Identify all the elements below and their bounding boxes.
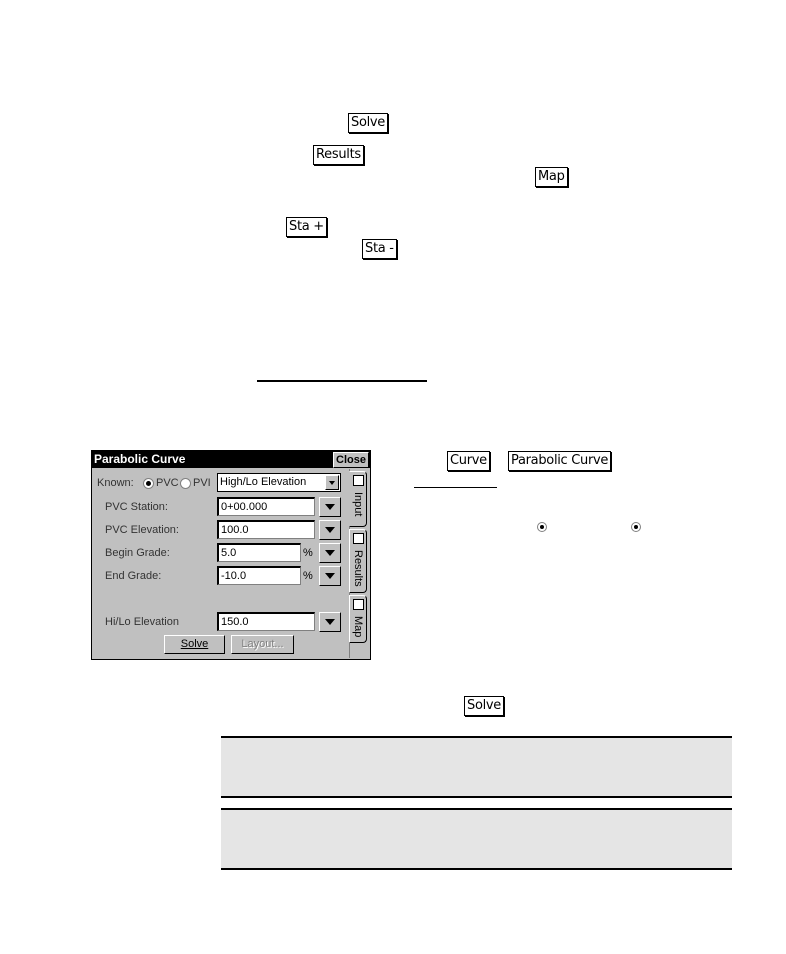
field-label: End Grade: xyxy=(105,570,162,582)
mode-dropdown[interactable]: High/Lo Elevation xyxy=(217,473,341,492)
close-button[interactable]: Close xyxy=(333,452,369,468)
tab-input[interactable]: Input xyxy=(349,471,367,527)
radio-pvi-label: PVI xyxy=(193,477,211,489)
tab-map-label: Map xyxy=(352,616,364,638)
dialog-body: Known: PVC PVI High/Lo Elevation PVC Sta… xyxy=(93,469,350,658)
pvc-elevation-dropdown-button[interactable] xyxy=(319,520,341,540)
field-label: PVC Elevation: xyxy=(105,524,179,536)
results-icon xyxy=(353,533,364,544)
results-key: Results xyxy=(313,145,364,165)
radio-selected-icon xyxy=(537,522,547,532)
parabolic-curve-key: Parabolic Curve xyxy=(508,451,612,471)
input-icon xyxy=(353,475,364,486)
layout-button[interactable]: Layout... xyxy=(231,635,294,654)
field-label: Begin Grade: xyxy=(105,547,170,559)
field-label: PVC Station: xyxy=(105,501,168,513)
known-label: Known: xyxy=(97,477,134,489)
chevron-down-icon xyxy=(325,475,339,490)
solve-key: Solve xyxy=(348,113,389,133)
end-grade-dropdown-button[interactable] xyxy=(319,566,341,586)
radio-pvc[interactable] xyxy=(143,478,154,489)
tab-results[interactable]: Results xyxy=(349,529,367,593)
radio-pvi[interactable] xyxy=(180,478,191,489)
hilo-elevation-input[interactable]: 150.0 xyxy=(217,612,315,631)
unit-label: % xyxy=(303,547,313,559)
sta-minus-key: Sta - xyxy=(362,239,397,259)
unit-label: % xyxy=(303,570,313,582)
sta-plus-key: Sta + xyxy=(286,217,327,237)
tab-map[interactable]: Map xyxy=(349,595,367,643)
dialog-title: Parabolic Curve xyxy=(92,451,370,468)
parabolic-curve-dialog: Parabolic Curve Close Known: PVC PVI Hig… xyxy=(91,450,371,660)
tab-input-label: Input xyxy=(352,492,364,517)
pvc-station-input[interactable]: 0+00.000 xyxy=(217,497,315,516)
mode-dropdown-value: High/Lo Elevation xyxy=(220,476,307,488)
solve-key: Solve xyxy=(464,696,505,716)
map-key: Map xyxy=(535,167,568,187)
note-box xyxy=(221,808,732,870)
solve-button[interactable]: Solve xyxy=(164,635,225,654)
note-box xyxy=(221,736,732,798)
end-grade-input[interactable]: -10.0 xyxy=(217,566,301,585)
pvc-elevation-input[interactable]: 100.0 xyxy=(217,520,315,539)
pvc-station-dropdown-button[interactable] xyxy=(319,497,341,517)
curve-key: Curve xyxy=(447,451,490,471)
begin-grade-input[interactable]: 5.0 xyxy=(217,543,301,562)
field-label: Hi/Lo Elevation xyxy=(105,616,179,628)
tab-results-label: Results xyxy=(352,550,364,587)
radio-selected-icon xyxy=(631,522,641,532)
hilo-elevation-dropdown-button[interactable] xyxy=(319,612,341,632)
underline-rule xyxy=(414,487,497,488)
radio-pvc-label: PVC xyxy=(156,477,179,489)
begin-grade-dropdown-button[interactable] xyxy=(319,543,341,563)
layout-button-label: Layout... xyxy=(241,638,284,650)
solve-button-label: Solve xyxy=(180,638,209,650)
map-icon xyxy=(353,599,364,610)
underline-rule xyxy=(257,380,427,382)
